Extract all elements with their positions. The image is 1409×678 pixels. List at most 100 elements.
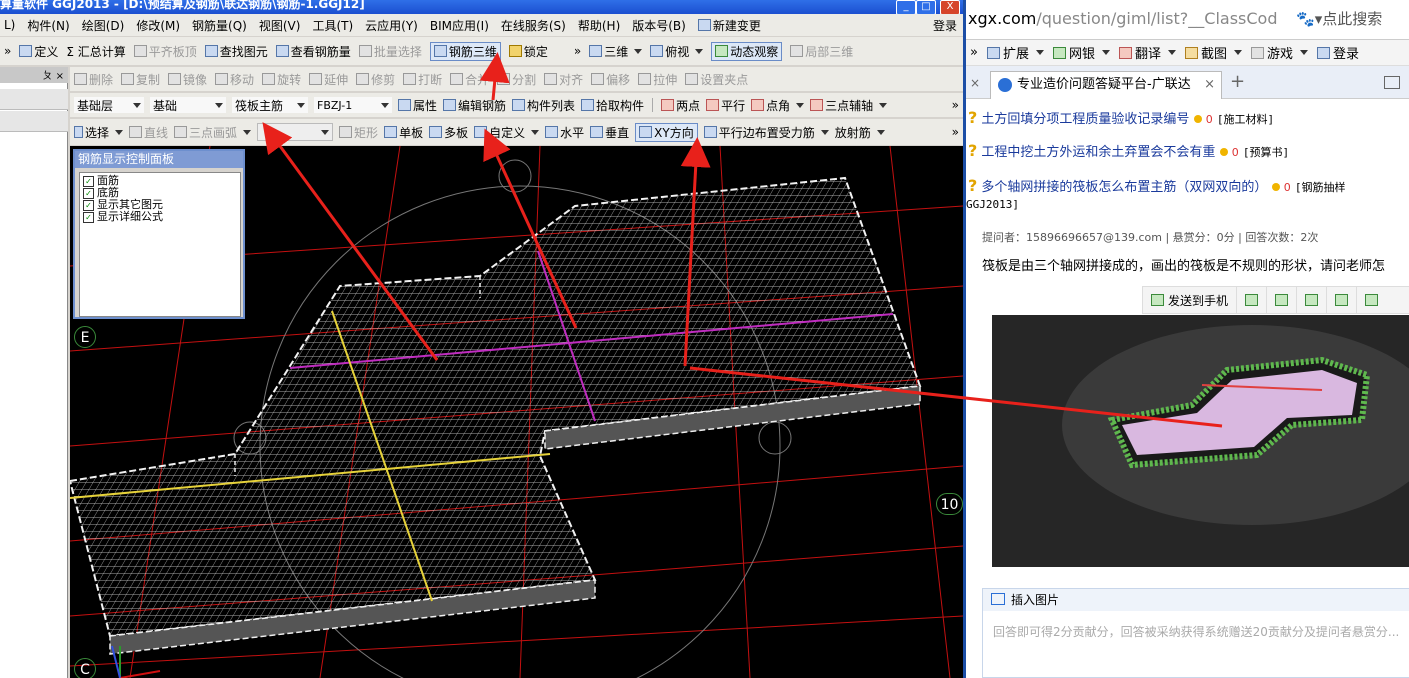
top-view-dropdown[interactable]: 俯视 xyxy=(650,43,704,60)
dock-panel-header[interactable]: ㄆ × xyxy=(0,67,68,83)
question-tag[interactable]: [施工材料] xyxy=(1217,113,1274,126)
new-tab-button[interactable]: + xyxy=(1230,71,1245,92)
rotate-button[interactable]: 旋转 xyxy=(262,71,301,88)
close-prev-tab-icon[interactable]: × xyxy=(970,76,980,90)
move-button[interactable]: 移动 xyxy=(215,71,254,88)
dynamic-observe-button[interactable]: 动态观察 xyxy=(711,41,783,61)
toolbar-overflow-button-2[interactable]: » xyxy=(574,44,581,58)
tab-active[interactable]: 专业造价问题答疑平台-广联达 × xyxy=(990,71,1222,99)
parallel-edge-rebar-dropdown[interactable]: 平行边布置受力筋 xyxy=(703,124,829,141)
delete-button[interactable]: 删除 xyxy=(74,71,113,88)
parallel-button[interactable]: 平行 xyxy=(706,97,745,114)
question-tag[interactable]: [钢筋抽样 xyxy=(1295,181,1346,194)
menu-item-tools[interactable]: 工具(T) xyxy=(312,17,353,34)
question-link[interactable]: 工程中挖土方外运和余土弃置会不会有重 xyxy=(981,145,1215,160)
extend-button[interactable]: 延伸 xyxy=(309,71,348,88)
multi-board-button[interactable]: 多板 xyxy=(429,124,468,141)
copy-button[interactable]: 复制 xyxy=(121,71,160,88)
search-box[interactable]: 🐾▾点此搜索 xyxy=(1296,8,1409,30)
question-tag[interactable]: [预算书] xyxy=(1243,146,1289,159)
menu-item-cloud[interactable]: 云应用(Y) xyxy=(365,17,418,34)
find-element-button[interactable]: 查找图元 xyxy=(204,43,268,60)
arc-option-select[interactable] xyxy=(257,123,334,141)
define-button[interactable]: 定义 xyxy=(19,43,58,60)
category-select[interactable]: 基础 xyxy=(150,97,226,113)
tab-list-icon[interactable] xyxy=(1384,76,1400,89)
close-button[interactable]: X xyxy=(940,0,960,14)
login-link[interactable]: 登录 xyxy=(933,17,957,34)
menu-item-modify[interactable]: 修改(M) xyxy=(136,17,180,34)
point-angle-dropdown[interactable]: 点角 xyxy=(751,97,805,114)
checkbox-detailed-formula[interactable]: ✓ 显示详细公式 xyxy=(80,211,240,223)
url-field[interactable]: xgx.com/question/giml/list?__ClassCod xyxy=(968,9,1278,28)
batch-select-button[interactable]: 批量选择 xyxy=(358,43,422,60)
properties-button[interactable]: 属性 xyxy=(398,97,437,114)
menu-item-bim[interactable]: BIM应用(I) xyxy=(430,17,489,34)
view-rebar-qty-button[interactable]: 查看钢筋量 xyxy=(275,43,351,60)
question-photo[interactable] xyxy=(992,315,1409,567)
flush-top-button[interactable]: 平齐板顶 xyxy=(133,43,197,60)
menu-item-component[interactable]: 构件(N) xyxy=(27,17,69,34)
xy-direction-button[interactable]: XY方向 xyxy=(635,122,698,142)
set-grip-button[interactable]: 设置夹点 xyxy=(685,71,748,88)
close-tab-icon[interactable]: × xyxy=(1204,72,1215,98)
horizontal-button[interactable]: 水平 xyxy=(545,124,584,141)
select-dropdown[interactable]: 选择 xyxy=(74,124,124,141)
translate-button[interactable]: 翻译 xyxy=(1119,43,1177,62)
save-button[interactable] xyxy=(1297,287,1328,313)
favorites-overflow[interactable]: » xyxy=(970,45,978,60)
online-banking-button[interactable]: 网银 xyxy=(1052,43,1110,62)
stretch-button[interactable]: 拉伸 xyxy=(638,71,677,88)
dock-panel-row[interactable] xyxy=(0,89,68,110)
three-point-arc-dropdown[interactable]: 三点画弧 xyxy=(174,124,252,141)
dock-panel-row[interactable] xyxy=(0,111,68,132)
pick-component-button[interactable]: 拾取构件 xyxy=(581,97,644,114)
cloud-button[interactable] xyxy=(1237,287,1268,313)
insert-image-button[interactable]: 插入图片 xyxy=(983,589,1409,611)
rectangle-button[interactable]: 矩形 xyxy=(339,124,378,141)
sum-calc-button[interactable]: Σ 汇总计算 xyxy=(66,43,125,60)
view-3d-dropdown[interactable]: 三维 xyxy=(589,43,643,60)
send-to-phone-button[interactable]: 发送到手机 xyxy=(1143,287,1238,313)
component-select[interactable]: FBZJ-1 xyxy=(314,97,392,113)
share-button[interactable] xyxy=(1327,287,1358,313)
line-button[interactable]: 直线 xyxy=(129,124,168,141)
component-list-button[interactable]: 构件列表 xyxy=(512,97,575,114)
mirror-button[interactable]: 镜像 xyxy=(168,71,207,88)
lock-button[interactable]: 锁定 xyxy=(508,43,548,60)
single-board-button[interactable]: 单板 xyxy=(384,124,423,141)
toolbar-overflow-button[interactable]: » xyxy=(4,44,11,58)
question-link[interactable]: 多个轴网拼接的筏板怎么布置主筋（双网双向的） xyxy=(981,180,1267,195)
minimize-button[interactable]: _ xyxy=(896,0,916,14)
vertical-button[interactable]: 垂直 xyxy=(590,124,629,141)
question-link[interactable]: 土方回填分项工程质量验收记录编号 xyxy=(981,112,1189,127)
fullscreen-button[interactable] xyxy=(1267,287,1298,313)
edit-rebar-button[interactable]: 编辑钢筋 xyxy=(443,97,506,114)
break-button[interactable]: 打断 xyxy=(403,71,442,88)
merge-button[interactable]: 合并 xyxy=(450,71,489,88)
radial-rebar-dropdown[interactable]: 放射筋 xyxy=(835,124,885,141)
menu-item-new-change[interactable]: 新建变更 xyxy=(697,17,761,34)
menu-item-online[interactable]: 在线服务(S) xyxy=(501,17,566,34)
component-type-select[interactable]: 筏板主筋 xyxy=(232,97,308,113)
three-point-aux-dropdown[interactable]: 三点辅轴 xyxy=(810,97,888,114)
toolbar-overflow-button-4[interactable]: » xyxy=(952,125,959,139)
offset-button[interactable]: 偏移 xyxy=(591,71,630,88)
trim-button[interactable]: 修剪 xyxy=(356,71,395,88)
settings-button[interactable] xyxy=(1357,287,1386,313)
menu-item-edit[interactable]: L) xyxy=(4,18,15,32)
answer-placeholder[interactable]: 回答即可得2分贡献分，回答被采纳获得系统赠送20贡献分及提问者悬赏分... xyxy=(993,623,1399,640)
local-3d-button[interactable]: 局部三维 xyxy=(790,43,853,60)
split-button[interactable]: 分割 xyxy=(497,71,536,88)
layer-select[interactable]: 基础层 xyxy=(74,97,144,113)
extensions-button[interactable]: 扩展 xyxy=(986,43,1044,62)
maximize-button[interactable]: □ xyxy=(916,0,936,14)
custom-dropdown[interactable]: 自定义 xyxy=(474,124,540,141)
menu-item-version[interactable]: 版本号(B) xyxy=(632,17,686,34)
two-points-button[interactable]: 两点 xyxy=(661,97,700,114)
login-button[interactable]: 登录 xyxy=(1317,43,1359,62)
menu-item-view[interactable]: 视图(V) xyxy=(259,17,301,34)
toolbar-overflow-button-3[interactable]: » xyxy=(952,98,959,112)
menu-item-draw[interactable]: 绘图(D) xyxy=(82,17,125,34)
rebar-3d-button[interactable]: 钢筋三维 xyxy=(429,41,501,61)
